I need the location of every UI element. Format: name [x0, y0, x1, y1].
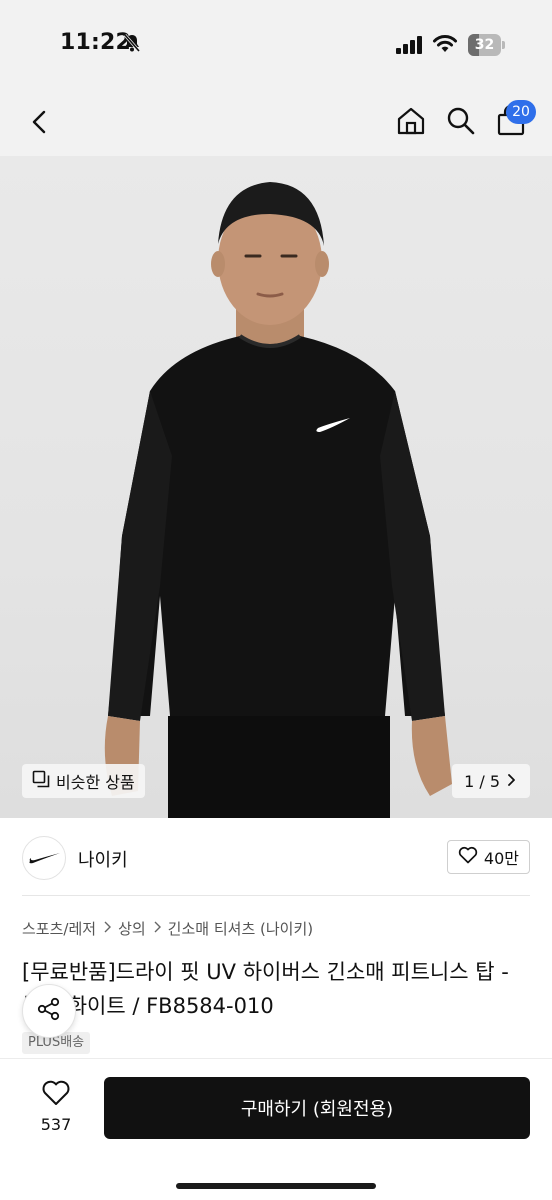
divider	[22, 895, 530, 896]
chevron-right-icon	[102, 921, 112, 937]
brand-like-button[interactable]: 40만	[446, 840, 530, 874]
similar-products-label: 비슷한 상품	[56, 773, 135, 792]
brand-like-count: 40만	[483, 849, 519, 868]
buy-button-label: 구매하기 (회원전용)	[240, 1099, 394, 1120]
product-image[interactable]: 비슷한 상품 1 / 5	[0, 156, 552, 818]
brand-name[interactable]: 나이키	[78, 846, 128, 872]
chevron-right-icon	[152, 921, 162, 937]
status-bar: 11:22 32	[0, 0, 552, 92]
top-nav	[0, 92, 552, 156]
heart-icon	[458, 846, 478, 868]
breadcrumb-item[interactable]: 긴소매 티셔츠 (나이키)	[168, 918, 313, 939]
bottom-action-bar: 537 구매하기 (회원전용)	[0, 1058, 552, 1200]
search-icon[interactable]	[444, 104, 478, 138]
battery-icon: 32	[468, 34, 506, 56]
product-title: [무료반품]드라이 핏 UV 하이버스 긴소매 피트니스 탑 - 블랙:화이트 …	[22, 960, 509, 1018]
wifi-icon	[432, 34, 458, 58]
similar-products-button[interactable]: 비슷한 상품	[22, 764, 145, 798]
signal-icon	[396, 36, 424, 58]
buy-button[interactable]: 구매하기 (회원전용)	[104, 1077, 530, 1139]
status-time: 11:22	[60, 30, 132, 55]
back-icon[interactable]	[24, 106, 56, 138]
brand-row: 나이키 40만	[0, 818, 552, 898]
home-icon[interactable]	[394, 104, 428, 138]
heart-icon	[41, 1080, 71, 1111]
battery-level: 32	[474, 37, 495, 53]
model-photo	[104, 182, 452, 818]
chevron-right-icon	[504, 772, 518, 791]
bell-muted-icon	[122, 33, 142, 57]
cart-count-badge: 20	[506, 100, 536, 124]
share-icon	[36, 996, 62, 1026]
wishlist-button[interactable]: 537	[28, 1079, 84, 1134]
nike-swoosh-icon	[29, 853, 60, 864]
copy-icon	[32, 770, 50, 792]
breadcrumb-item[interactable]: 상의	[118, 918, 146, 939]
breadcrumb: 스포츠/레저 상의 긴소매 티셔츠 (나이키)	[22, 918, 313, 939]
home-indicator	[176, 1183, 376, 1189]
wishlist-count: 537	[40, 1115, 72, 1134]
image-pager-label: 1 / 5	[464, 771, 500, 791]
image-pager[interactable]: 1 / 5	[452, 764, 530, 798]
breadcrumb-item[interactable]: 스포츠/레저	[22, 918, 96, 939]
brand-logo[interactable]	[22, 836, 66, 880]
share-button[interactable]	[22, 984, 76, 1038]
